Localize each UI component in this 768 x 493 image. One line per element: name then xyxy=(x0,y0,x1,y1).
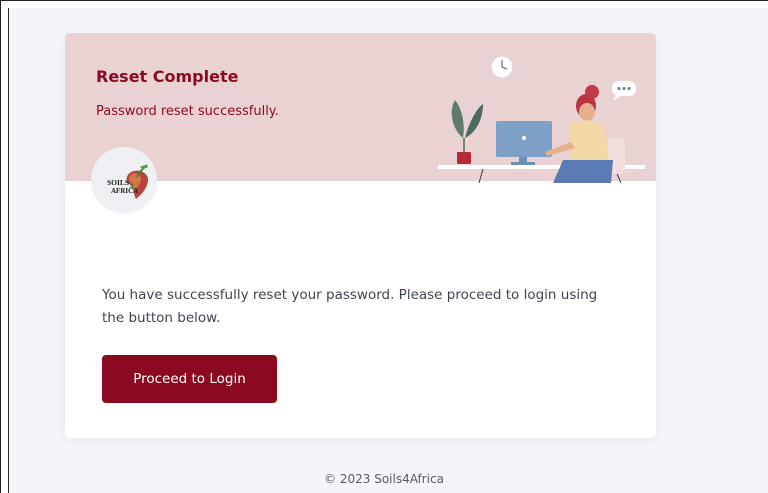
plant-icon xyxy=(451,100,483,164)
chat-bubble-icon xyxy=(612,81,636,101)
page-subtitle: Password reset successfully. xyxy=(96,104,279,119)
svg-text:SOILS: SOILS xyxy=(107,178,129,187)
page-title: Reset Complete xyxy=(96,67,239,86)
person-at-desk-illustration xyxy=(438,55,645,183)
footer-copyright: © 2023 Soils4Africa xyxy=(324,472,444,486)
svg-text:AFRICA: AFRICA xyxy=(111,187,138,195)
proceed-to-login-button[interactable]: Proceed to Login xyxy=(102,355,277,403)
reset-card: Reset Complete Password reset successful… xyxy=(65,33,656,438)
monitor-icon xyxy=(496,121,552,165)
reset-success-message: You have successfully reset your passwor… xyxy=(102,287,598,326)
soils4africa-logo: SOILS 4 AFRICA xyxy=(91,147,157,213)
